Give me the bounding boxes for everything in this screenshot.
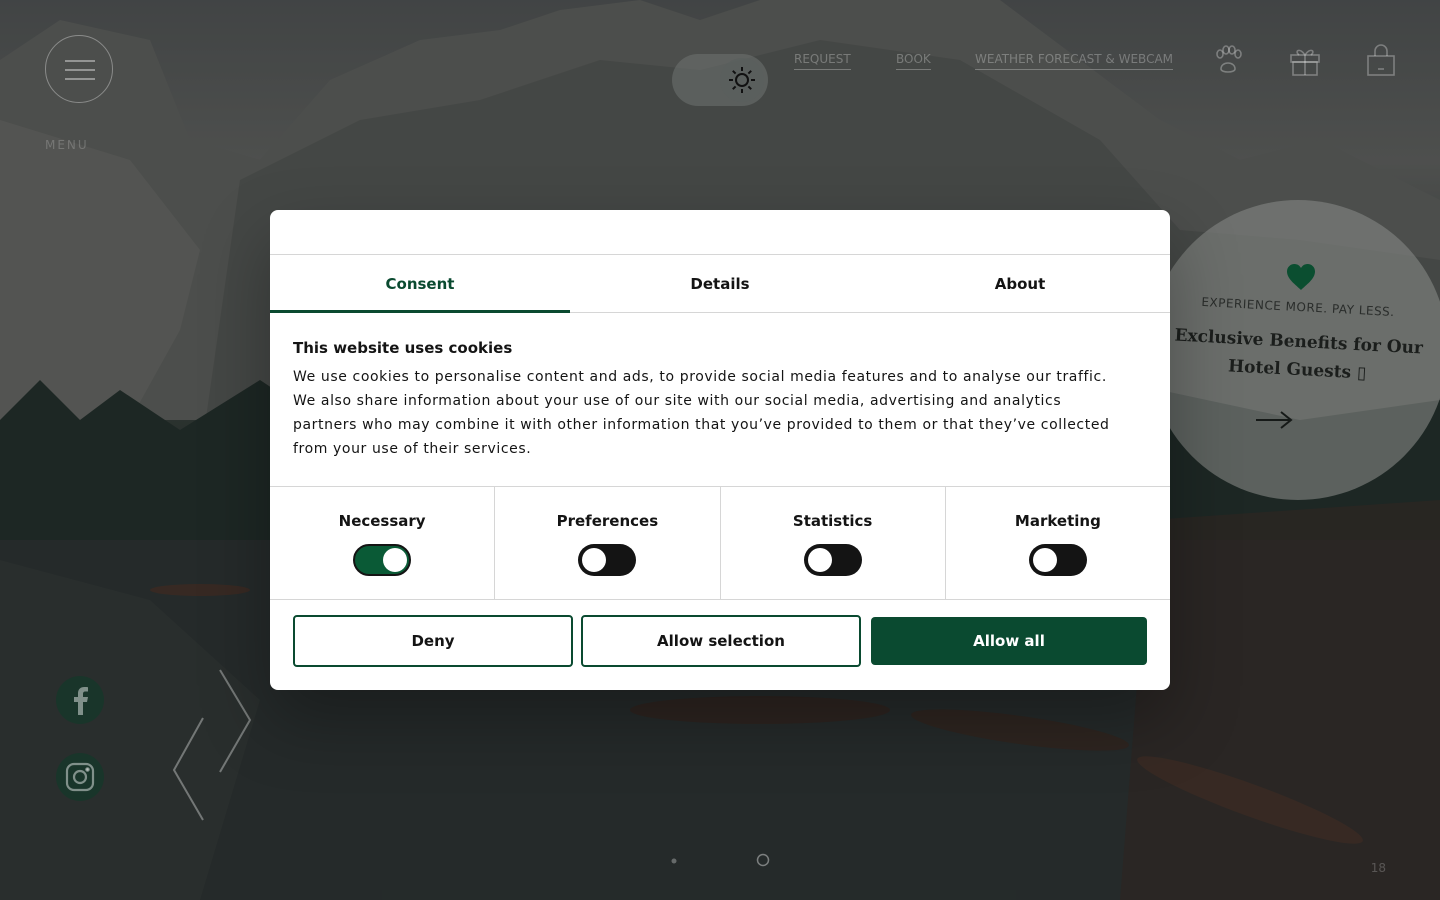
preferences-switch[interactable] <box>578 544 637 576</box>
category-necessary: Necessary <box>270 487 496 599</box>
category-label: Statistics <box>792 512 873 530</box>
benefits-title: Exclusive Benefits for Our Hotel Guests … <box>1174 325 1424 384</box>
dialog-tabs: Consent Details About <box>270 255 1170 313</box>
menu-label: MENU <box>45 138 89 152</box>
marketing-switch[interactable] <box>1028 544 1087 576</box>
paw-icon[interactable] <box>1211 43 1245 77</box>
arrow-right-icon <box>1254 409 1294 435</box>
dialog-description: We use cookies to personalise content an… <box>293 369 1110 457</box>
allow-all-button[interactable]: Allow all <box>871 617 1147 665</box>
benefits-badge[interactable]: EXPERIENCE MORE. PAY LESS. Exclusive Ben… <box>1148 200 1440 500</box>
allow-selection-button[interactable]: Allow selection <box>581 615 861 667</box>
dialog-header <box>270 210 1170 255</box>
gift-icon[interactable] <box>1288 43 1322 77</box>
necessary-switch[interactable] <box>353 544 412 576</box>
category-label: Marketing <box>1014 512 1101 530</box>
shopping-bag-icon[interactable] <box>1364 43 1398 77</box>
prev-arrow-icon <box>172 717 204 821</box>
slider-dot-active[interactable] <box>756 852 770 872</box>
benefits-tagline: EXPERIENCE MORE. PAY LESS. <box>1201 294 1395 320</box>
category-marketing: Marketing <box>946 487 1170 599</box>
dialog-heading: This website uses cookies <box>293 339 513 357</box>
slider-arrows <box>170 668 260 832</box>
cookie-consent-dialog: Consent Details About This website uses … <box>270 210 1170 690</box>
dialog-body: This website uses cookies We use cookies… <box>270 313 1170 461</box>
deny-button[interactable]: Deny <box>293 615 573 667</box>
heart-icon <box>1286 263 1316 295</box>
cookie-category-toggles: Necessary Preferences Statistics Marketi… <box>270 486 1170 600</box>
nav-book-link[interactable]: BOOK <box>896 52 931 70</box>
slider-dot[interactable] <box>671 852 677 871</box>
dialog-buttons: Deny Allow selection Allow all <box>293 615 1147 667</box>
category-preferences: Preferences <box>495 487 721 599</box>
category-label: Necessary <box>338 512 426 530</box>
facebook-icon[interactable] <box>56 676 104 724</box>
next-arrow-icon <box>219 669 252 773</box>
menu-button[interactable] <box>45 35 113 103</box>
sun-icon <box>720 58 764 102</box>
category-statistics: Statistics <box>721 487 946 599</box>
statistics-switch[interactable] <box>803 544 862 576</box>
page-number: 18 <box>1370 861 1386 875</box>
theme-toggle[interactable] <box>672 54 768 106</box>
tab-details[interactable]: Details <box>570 255 870 312</box>
category-label: Preferences <box>556 512 659 530</box>
nav-request-link[interactable]: REQUEST <box>794 52 851 70</box>
tab-about[interactable]: About <box>870 255 1170 312</box>
tab-consent[interactable]: Consent <box>270 255 570 313</box>
instagram-icon[interactable] <box>56 753 104 801</box>
nav-weather-link[interactable]: WEATHER FORECAST & WEBCAM <box>975 52 1174 70</box>
